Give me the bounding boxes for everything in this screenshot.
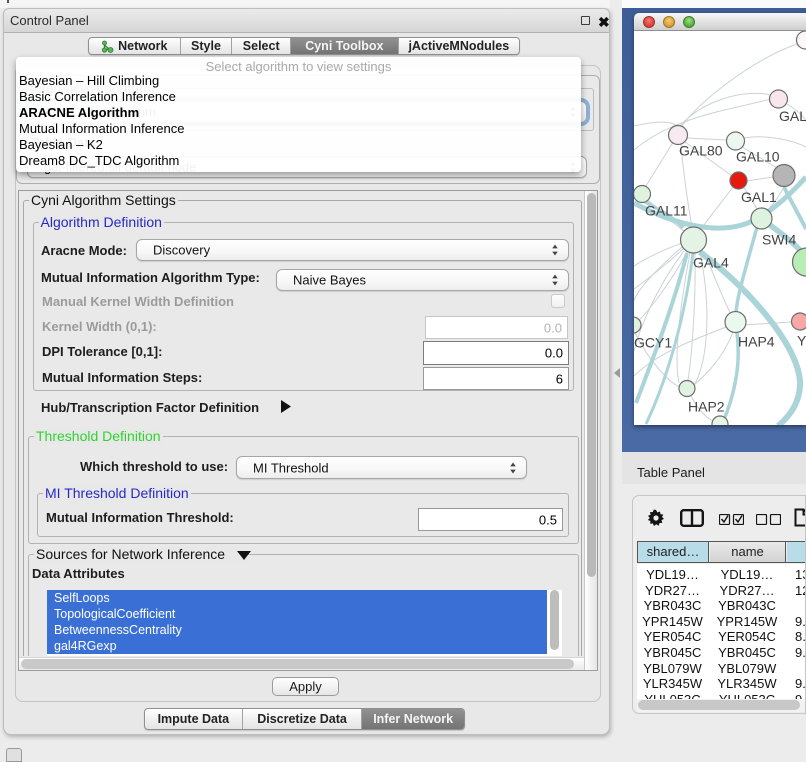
svg-text:GAL10: GAL10 bbox=[736, 149, 780, 165]
svg-text:GCY1: GCY1 bbox=[634, 335, 672, 351]
svg-text:GAL80: GAL80 bbox=[679, 143, 723, 159]
svg-text:SWI4: SWI4 bbox=[762, 232, 796, 248]
svg-text:Y: Y bbox=[797, 333, 806, 349]
svg-text:GAL1: GAL1 bbox=[741, 189, 777, 205]
svg-text:HAP2: HAP2 bbox=[688, 399, 725, 415]
svg-text:GAL11: GAL11 bbox=[645, 203, 688, 219]
svg-text:HAP4: HAP4 bbox=[738, 334, 775, 350]
svg-text:GAL4: GAL4 bbox=[693, 255, 729, 271]
svg-text:GAL7: GAL7 bbox=[779, 108, 806, 124]
